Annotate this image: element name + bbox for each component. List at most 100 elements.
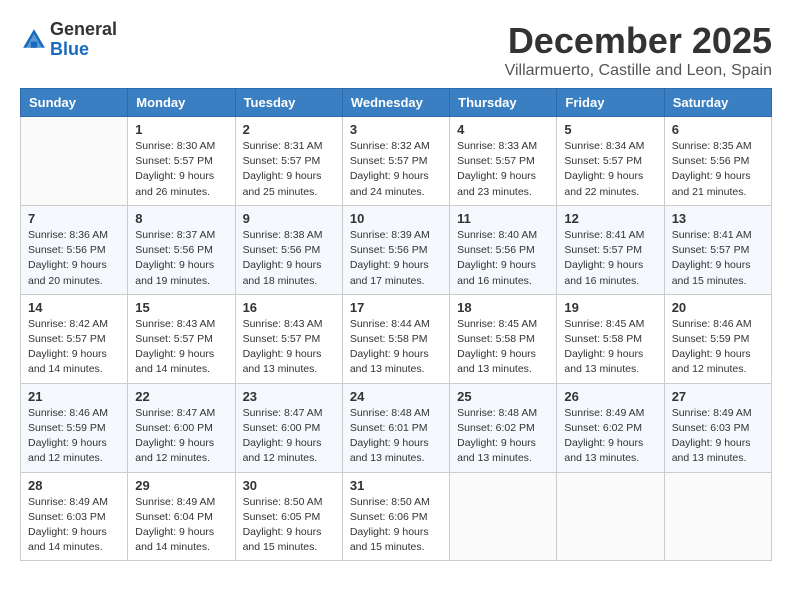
day-number: 1 [135, 122, 227, 137]
calendar-header: SundayMondayTuesdayWednesdayThursdayFrid… [21, 89, 772, 117]
day-number: 4 [457, 122, 549, 137]
day-number: 7 [28, 211, 120, 226]
day-number: 23 [243, 389, 335, 404]
calendar-cell: 17 Sunrise: 8:44 AMSunset: 5:58 PMDayligh… [342, 294, 449, 383]
title-block: December 2025 Villarmuerto, Castille and… [505, 20, 772, 80]
calendar-cell: 18 Sunrise: 8:45 AMSunset: 5:58 PMDayligh… [450, 294, 557, 383]
day-info: Sunrise: 8:48 AMSunset: 6:02 PMDaylight:… [457, 406, 549, 467]
logo-icon [20, 26, 48, 54]
calendar-cell [21, 117, 128, 206]
calendar-cell: 11 Sunrise: 8:40 AMSunset: 5:56 PMDayligh… [450, 205, 557, 294]
day-info: Sunrise: 8:41 AMSunset: 5:57 PMDaylight:… [672, 228, 764, 289]
calendar-cell: 3 Sunrise: 8:32 AMSunset: 5:57 PMDaylight… [342, 117, 449, 206]
calendar-cell: 6Sunrise: 8:35 AMSunset: 5:56 PMDaylight… [664, 117, 771, 206]
day-number: 31 [350, 478, 442, 493]
day-number: 18 [457, 300, 549, 315]
logo-blue-text: Blue [50, 39, 89, 59]
calendar-cell: 2 Sunrise: 8:31 AMSunset: 5:57 PMDaylight… [235, 117, 342, 206]
day-info: Sunrise: 8:43 AMSunset: 5:57 PMDaylight:… [243, 317, 335, 378]
page-container: General Blue December 2025 Villarmuerto,… [20, 20, 772, 561]
day-number: 17 [350, 300, 442, 315]
day-info: Sunrise: 8:45 AMSunset: 5:58 PMDaylight:… [564, 317, 656, 378]
weekday-header-monday: Monday [128, 89, 235, 117]
calendar-cell: 1 Sunrise: 8:30 AMSunset: 5:57 PMDaylight… [128, 117, 235, 206]
day-info: Sunrise: 8:39 AMSunset: 5:56 PMDaylight:… [350, 228, 442, 289]
weekday-header-wednesday: Wednesday [342, 89, 449, 117]
logo: General Blue [20, 20, 117, 60]
day-info: Sunrise: 8:32 AMSunset: 5:57 PMDaylight:… [350, 139, 442, 200]
day-info: Sunrise: 8:50 AMSunset: 6:05 PMDaylight:… [243, 495, 335, 556]
calendar-cell: 8 Sunrise: 8:37 AMSunset: 5:56 PMDaylight… [128, 205, 235, 294]
calendar-cell [664, 472, 771, 561]
day-info: Sunrise: 8:38 AMSunset: 5:56 PMDaylight:… [243, 228, 335, 289]
day-number: 10 [350, 211, 442, 226]
header: General Blue December 2025 Villarmuerto,… [20, 20, 772, 80]
day-info: Sunrise: 8:48 AMSunset: 6:01 PMDaylight:… [350, 406, 442, 467]
calendar-cell: 7 Sunrise: 8:36 AMSunset: 5:56 PMDaylight… [21, 205, 128, 294]
calendar-week-row: 14Sunrise: 8:42 AMSunset: 5:57 PMDayligh… [21, 294, 772, 383]
weekday-header-sunday: Sunday [21, 89, 128, 117]
day-number: 26 [564, 389, 656, 404]
day-number: 29 [135, 478, 227, 493]
logo-text: General Blue [50, 20, 117, 60]
day-info: Sunrise: 8:47 AMSunset: 6:00 PMDaylight:… [135, 406, 227, 467]
day-number: 13 [672, 211, 764, 226]
day-number: 20 [672, 300, 764, 315]
day-number: 9 [243, 211, 335, 226]
day-info: Sunrise: 8:49 AMSunset: 6:02 PMDaylight:… [564, 406, 656, 467]
calendar-cell: 19 Sunrise: 8:45 AMSunset: 5:58 PMDayligh… [557, 294, 664, 383]
calendar-cell: 26 Sunrise: 8:49 AMSunset: 6:02 PMDayligh… [557, 383, 664, 472]
day-number: 2 [243, 122, 335, 137]
calendar-cell: 25 Sunrise: 8:48 AMSunset: 6:02 PMDayligh… [450, 383, 557, 472]
calendar-week-row: 28Sunrise: 8:49 AMSunset: 6:03 PMDayligh… [21, 472, 772, 561]
day-info: Sunrise: 8:33 AMSunset: 5:57 PMDaylight:… [457, 139, 549, 200]
calendar-cell: 23Sunrise: 8:47 AMSunset: 6:00 PMDayligh… [235, 383, 342, 472]
logo-general-text: General [50, 19, 117, 39]
day-info: Sunrise: 8:34 AMSunset: 5:57 PMDaylight:… [564, 139, 656, 200]
day-info: Sunrise: 8:30 AMSunset: 5:57 PMDaylight:… [135, 139, 227, 200]
calendar-week-row: 21Sunrise: 8:46 AMSunset: 5:59 PMDayligh… [21, 383, 772, 472]
day-number: 22 [135, 389, 227, 404]
day-info: Sunrise: 8:37 AMSunset: 5:56 PMDaylight:… [135, 228, 227, 289]
day-info: Sunrise: 8:35 AMSunset: 5:56 PMDaylight:… [672, 139, 764, 200]
day-info: Sunrise: 8:42 AMSunset: 5:57 PMDaylight:… [28, 317, 120, 378]
day-number: 3 [350, 122, 442, 137]
calendar-cell: 20 Sunrise: 8:46 AMSunset: 5:59 PMDayligh… [664, 294, 771, 383]
calendar-cell: 5 Sunrise: 8:34 AMSunset: 5:57 PMDaylight… [557, 117, 664, 206]
weekday-header-tuesday: Tuesday [235, 89, 342, 117]
day-number: 16 [243, 300, 335, 315]
day-number: 5 [564, 122, 656, 137]
calendar-body: 1 Sunrise: 8:30 AMSunset: 5:57 PMDaylight… [21, 117, 772, 561]
day-number: 21 [28, 389, 120, 404]
weekday-header-row: SundayMondayTuesdayWednesdayThursdayFrid… [21, 89, 772, 117]
day-number: 8 [135, 211, 227, 226]
calendar-cell: 13 Sunrise: 8:41 AMSunset: 5:57 PMDayligh… [664, 205, 771, 294]
day-info: Sunrise: 8:45 AMSunset: 5:58 PMDaylight:… [457, 317, 549, 378]
weekday-header-saturday: Saturday [664, 89, 771, 117]
day-number: 15 [135, 300, 227, 315]
day-info: Sunrise: 8:40 AMSunset: 5:56 PMDaylight:… [457, 228, 549, 289]
calendar-title: December 2025 [505, 20, 772, 62]
day-info: Sunrise: 8:36 AMSunset: 5:56 PMDaylight:… [28, 228, 120, 289]
day-info: Sunrise: 8:31 AMSunset: 5:57 PMDaylight:… [243, 139, 335, 200]
calendar-week-row: 7 Sunrise: 8:36 AMSunset: 5:56 PMDaylight… [21, 205, 772, 294]
calendar-week-row: 1 Sunrise: 8:30 AMSunset: 5:57 PMDaylight… [21, 117, 772, 206]
day-number: 12 [564, 211, 656, 226]
calendar-cell: 27Sunrise: 8:49 AMSunset: 6:03 PMDayligh… [664, 383, 771, 472]
day-info: Sunrise: 8:41 AMSunset: 5:57 PMDaylight:… [564, 228, 656, 289]
day-number: 30 [243, 478, 335, 493]
calendar-cell: 9 Sunrise: 8:38 AMSunset: 5:56 PMDaylight… [235, 205, 342, 294]
calendar-cell: 31Sunrise: 8:50 AMSunset: 6:06 PMDayligh… [342, 472, 449, 561]
day-info: Sunrise: 8:46 AMSunset: 5:59 PMDaylight:… [672, 317, 764, 378]
calendar-cell: 29 Sunrise: 8:49 AMSunset: 6:04 PMDayligh… [128, 472, 235, 561]
day-number: 25 [457, 389, 549, 404]
day-number: 19 [564, 300, 656, 315]
day-info: Sunrise: 8:49 AMSunset: 6:03 PMDaylight:… [672, 406, 764, 467]
day-number: 28 [28, 478, 120, 493]
day-info: Sunrise: 8:44 AMSunset: 5:58 PMDaylight:… [350, 317, 442, 378]
day-info: Sunrise: 8:49 AMSunset: 6:04 PMDaylight:… [135, 495, 227, 556]
calendar-subtitle: Villarmuerto, Castille and Leon, Spain [505, 62, 772, 80]
calendar-cell: 16 Sunrise: 8:43 AMSunset: 5:57 PMDayligh… [235, 294, 342, 383]
day-number: 11 [457, 211, 549, 226]
calendar-cell: 10 Sunrise: 8:39 AMSunset: 5:56 PMDayligh… [342, 205, 449, 294]
